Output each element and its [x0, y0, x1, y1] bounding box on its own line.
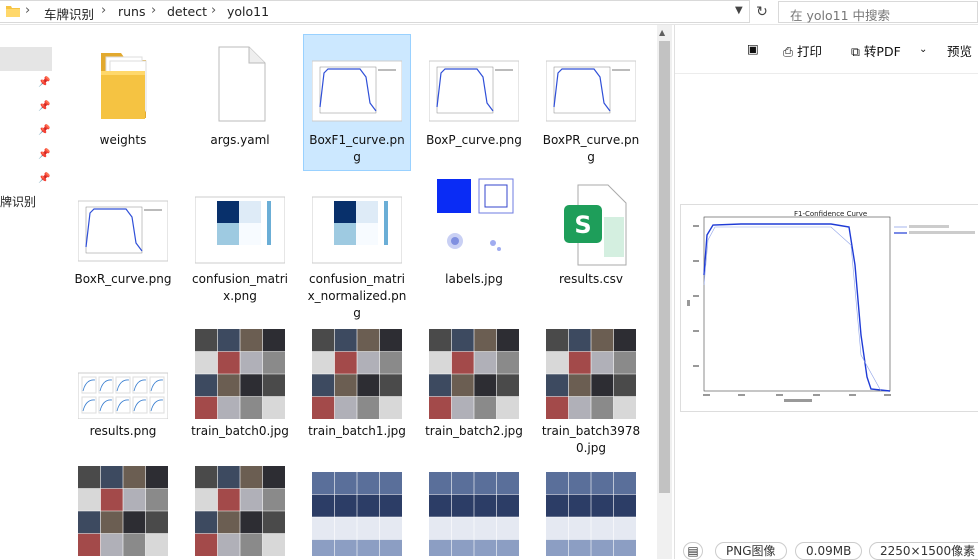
preview-image: F1-Confidence Curve — [681, 205, 978, 411]
file-name: confusion_matrix.png — [192, 272, 288, 303]
file-item[interactable]: BoxP_curve.png — [421, 35, 527, 170]
file-item[interactable]: train_batch0.jpg — [187, 325, 293, 451]
chevron-down-icon[interactable]: ▼ — [735, 5, 743, 16]
file-type-badge: PNG图像 — [715, 542, 787, 560]
file-name: args.yaml — [210, 133, 270, 147]
preview-pane: ▣ ⎙ 打印 ⧉ 转PDF ⌄ 预览 F1-Confidence Curve ▤… — [674, 25, 978, 560]
navigation-pane: 📌 📌 📌 📌 📌 牌识别 — [0, 25, 54, 559]
file-name: weights — [99, 133, 147, 147]
breadcrumb-item[interactable]: runs — [118, 4, 146, 19]
nav-item-label[interactable]: 牌识别 — [0, 193, 36, 210]
chevron-right-icon: › — [151, 3, 157, 18]
image-thumbnail — [546, 329, 636, 419]
file-name: BoxPR_curve.png — [542, 133, 640, 164]
breadcrumb-item[interactable]: yolo11 — [227, 4, 269, 19]
image-thumbnail — [77, 177, 169, 267]
pin-icon[interactable]: 📌 — [38, 173, 50, 185]
image-thumbnail — [77, 329, 169, 420]
file-item[interactable]: args.yaml — [187, 35, 293, 170]
image-thumbnail — [194, 177, 286, 267]
file-item[interactable]: confusion_matrix_normalized.png — [304, 173, 410, 320]
file-name: labels.jpg — [445, 272, 503, 286]
image-thumbnail — [546, 466, 636, 559]
file-item[interactable] — [304, 462, 410, 559]
folder-icon — [6, 6, 20, 17]
svg-text:S: S — [574, 211, 591, 239]
file-item[interactable]: train_batch1.jpg — [304, 325, 410, 451]
search-input[interactable]: 在 yolo11 中搜索 — [778, 1, 978, 23]
file-item[interactable]: results.png — [70, 325, 176, 451]
file-name: BoxR_curve.png — [74, 272, 172, 286]
search-placeholder: 在 yolo11 中搜索 — [790, 8, 891, 23]
print-button[interactable]: ⎙ 打印 — [783, 41, 822, 60]
file-item[interactable]: train_batch39780.jpg — [538, 325, 644, 455]
file-item[interactable] — [70, 462, 176, 559]
file-name: results.png — [89, 424, 157, 438]
image-thumbnail — [545, 37, 637, 127]
breadcrumb[interactable]: › 车牌识别 › runs › detect › yolo11 ▼ — [0, 0, 750, 23]
image-thumbnail — [428, 37, 520, 127]
file-item[interactable] — [421, 462, 527, 559]
file-name: BoxF1_curve.png — [309, 133, 405, 164]
file-item[interactable]: train_batch2.jpg — [421, 325, 527, 451]
pdf-icon: ⧉ — [851, 44, 864, 59]
file-item[interactable]: BoxPR_curve.png — [538, 35, 644, 170]
scrollbar-thumb[interactable] — [659, 41, 670, 493]
chevron-right-icon: › — [101, 3, 107, 18]
nav-item-selected[interactable] — [0, 47, 52, 71]
pin-icon[interactable]: 📌 — [38, 149, 50, 161]
image-thumbnail — [429, 177, 519, 267]
file-name: train_batch2.jpg — [425, 424, 523, 438]
image-thumbnail — [78, 466, 168, 556]
file-item[interactable] — [187, 462, 293, 559]
address-bar: › 车牌识别 › runs › detect › yolo11 ▼ ↻ 在 yo… — [0, 0, 978, 25]
f1-curve-figure: F1-Confidence Curve — [681, 205, 978, 411]
image-thumbnail — [195, 466, 285, 556]
file-item[interactable] — [538, 462, 644, 559]
chevron-right-icon: › — [25, 3, 31, 18]
file-item[interactable]: confusion_matrix.png — [187, 173, 293, 313]
refresh-icon[interactable]: ↻ — [752, 1, 772, 23]
image-thumbnail — [429, 466, 519, 559]
image-thumbnail — [195, 329, 285, 419]
pin-icon[interactable]: 📌 — [38, 125, 50, 137]
preview-status-bar: ▤ PNG图像 0.09MB 2250×1500像素 — [675, 540, 978, 560]
image-thumbnail — [311, 177, 403, 267]
file-name: train_batch39780.jpg — [541, 424, 641, 455]
file-name: results.csv — [559, 272, 623, 286]
preview-button[interactable]: 预览 — [947, 41, 972, 60]
breadcrumb-item[interactable]: 车牌识别 — [44, 4, 94, 23]
file-item[interactable]: Sresults.csv — [538, 173, 644, 313]
file-name: confusion_matrix_normalized.png — [307, 272, 407, 320]
copy-icon[interactable]: ▣ — [747, 41, 759, 56]
image-thumbnail — [312, 466, 402, 559]
chevron-right-icon: › — [211, 3, 217, 18]
spreadsheet-icon: S — [546, 177, 636, 267]
file-name: train_batch0.jpg — [191, 424, 289, 438]
to-pdf-button[interactable]: ⧉ 转PDF — [851, 41, 901, 60]
preview-toolbar: ▣ ⎙ 打印 ⧉ 转PDF ⌄ 预览 — [675, 25, 978, 74]
image-thumbnail — [312, 329, 402, 419]
scrollbar[interactable]: ▲ — [657, 25, 672, 559]
file-name: train_batch1.jpg — [308, 424, 406, 438]
file-item[interactable]: labels.jpg — [421, 173, 527, 313]
image-thumbnail — [311, 37, 403, 127]
file-item[interactable]: BoxF1_curve.png — [303, 34, 411, 171]
details-icon[interactable]: ▤ — [683, 542, 703, 560]
folder-icon — [78, 37, 168, 127]
file-item[interactable]: weights — [70, 35, 176, 170]
file-grid: weights args.yaml BoxF1_curve.png BoxP_curv… — [54, 25, 656, 559]
chevron-down-icon[interactable]: ⌄ — [919, 44, 927, 55]
file-size-badge: 0.09MB — [795, 542, 863, 560]
pin-icon[interactable]: 📌 — [38, 101, 50, 113]
scroll-up-icon[interactable]: ▲ — [659, 28, 665, 37]
file-name: BoxP_curve.png — [426, 133, 522, 147]
file-item[interactable]: BoxR_curve.png — [70, 173, 176, 313]
file-icon — [195, 37, 285, 127]
image-thumbnail — [429, 329, 519, 419]
dimensions-badge: 2250×1500像素 — [869, 542, 978, 560]
breadcrumb-item[interactable]: detect — [167, 4, 207, 19]
pin-icon[interactable]: 📌 — [38, 77, 50, 89]
printer-icon: ⎙ — [783, 44, 797, 59]
